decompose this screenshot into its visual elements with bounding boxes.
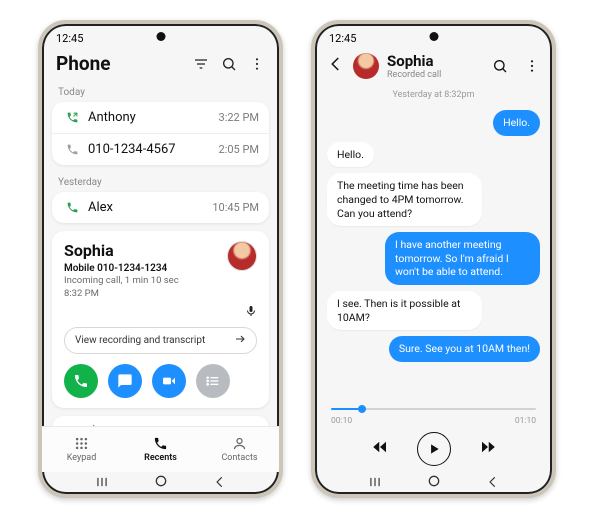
- call-row[interactable]: 010-1234-4567 2:05 PM: [52, 134, 269, 165]
- back-icon[interactable]: [213, 474, 227, 493]
- seek-bar[interactable]: [331, 408, 536, 410]
- nav-keypad[interactable]: Keypad: [42, 427, 121, 472]
- more-icon[interactable]: [524, 58, 540, 74]
- forward-button[interactable]: [479, 438, 497, 460]
- more-icon[interactable]: [249, 56, 265, 72]
- section-today: Today: [52, 83, 269, 102]
- recent-apps-icon[interactable]: [94, 474, 110, 493]
- clock: 12:45: [56, 32, 83, 45]
- app-header: Phone: [42, 46, 279, 83]
- microphone-icon: [245, 302, 257, 321]
- message-out[interactable]: Hello.: [493, 110, 540, 136]
- elapsed-time: 00:10: [331, 416, 352, 426]
- more-card: Jay 3:22 PM Michael: [52, 416, 269, 426]
- nav-recents[interactable]: Recents: [121, 427, 200, 472]
- home-icon[interactable]: [426, 473, 442, 493]
- audio-player: 00:10 01:10: [315, 398, 552, 472]
- section-yesterday: Yesterday: [52, 173, 269, 192]
- contact-subtitle: Recorded call: [387, 70, 484, 80]
- call-row[interactable]: Alex 10:45 PM: [52, 192, 269, 223]
- call-name: 010-1234-4567: [82, 142, 219, 157]
- conversation-header: Sophia Recorded call: [315, 46, 552, 86]
- call-name: Alex: [82, 200, 212, 215]
- outgoing-call-icon: [62, 111, 82, 124]
- expanded-detail: Incoming call, 1 min 10 sec: [64, 275, 227, 287]
- missed-call-icon: [62, 143, 82, 156]
- message-in[interactable]: Hello.: [327, 142, 374, 168]
- avatar[interactable]: [353, 53, 379, 79]
- call-time: 10:45 PM: [212, 201, 259, 214]
- call-list[interactable]: Today Anthony 3:22 PM 010-1234-4567 2:05…: [42, 83, 279, 426]
- message-button[interactable]: [108, 364, 142, 398]
- page-title: Phone: [56, 52, 193, 75]
- video-button[interactable]: [152, 364, 186, 398]
- search-icon[interactable]: [221, 56, 237, 72]
- nav-label: Contacts: [221, 453, 257, 463]
- message-out[interactable]: I have another meeting tomorrow. So I'm …: [385, 232, 540, 285]
- back-icon[interactable]: [486, 474, 500, 493]
- view-transcript-button[interactable]: View recording and transcript: [64, 327, 257, 354]
- bottom-nav: Keypad Recents Contacts: [42, 426, 279, 472]
- play-button[interactable]: [417, 432, 451, 466]
- search-icon[interactable]: [492, 58, 508, 74]
- call-row[interactable]: Anthony 3:22 PM: [52, 102, 269, 134]
- call-button[interactable]: [64, 364, 98, 398]
- nav-label: Keypad: [67, 453, 97, 463]
- nav-label: Recents: [144, 453, 177, 463]
- date-separator: Yesterday at 8:32pm: [327, 90, 540, 100]
- avatar[interactable]: [227, 241, 257, 271]
- chat-thread[interactable]: Yesterday at 8:32pm Hello. Hello. The me…: [315, 86, 552, 398]
- home-icon[interactable]: [153, 473, 169, 493]
- expanded-card: Sophia Mobile 010-1234-1234 Incoming cal…: [52, 231, 269, 408]
- message-in[interactable]: The meeting time has been changed to 4PM…: [327, 173, 482, 226]
- transcript-label: View recording and transcript: [75, 335, 205, 346]
- filter-icon[interactable]: [193, 56, 209, 72]
- expanded-time: 8:32 PM: [64, 288, 227, 300]
- expanded-number: Mobile 010-1234-1234: [64, 263, 227, 274]
- phone-right: 12:45 Sophia Recorded call Yesterday at …: [311, 20, 556, 498]
- front-camera: [429, 32, 438, 41]
- rewind-button[interactable]: [371, 438, 389, 460]
- yesterday-card: Alex 10:45 PM: [52, 192, 269, 223]
- total-time: 01:10: [515, 416, 536, 426]
- outgoing-call-icon: [62, 201, 82, 214]
- message-in[interactable]: I see. Then is it possible at 10AM?: [327, 291, 482, 330]
- call-time: 3:22 PM: [219, 111, 259, 124]
- call-time: 2:05 PM: [219, 143, 259, 156]
- recent-apps-icon[interactable]: [367, 474, 383, 493]
- expanded-name: Sophia: [64, 241, 227, 260]
- system-nav: [315, 472, 552, 494]
- back-button[interactable]: [327, 55, 345, 77]
- today-card: Anthony 3:22 PM 010-1234-4567 2:05 PM: [52, 102, 269, 165]
- system-nav: [42, 472, 279, 494]
- details-button[interactable]: [196, 364, 230, 398]
- call-row[interactable]: Jay 3:22 PM: [52, 416, 269, 426]
- arrow-right-icon: [234, 333, 246, 348]
- call-name: Anthony: [82, 110, 219, 125]
- contact-name: Sophia: [387, 52, 484, 70]
- clock: 12:45: [329, 32, 356, 45]
- message-out[interactable]: Sure. See you at 10AM then!: [389, 336, 540, 362]
- phone-left: 12:45 Phone Today: [38, 20, 283, 498]
- front-camera: [156, 32, 165, 41]
- nav-contacts[interactable]: Contacts: [200, 427, 279, 472]
